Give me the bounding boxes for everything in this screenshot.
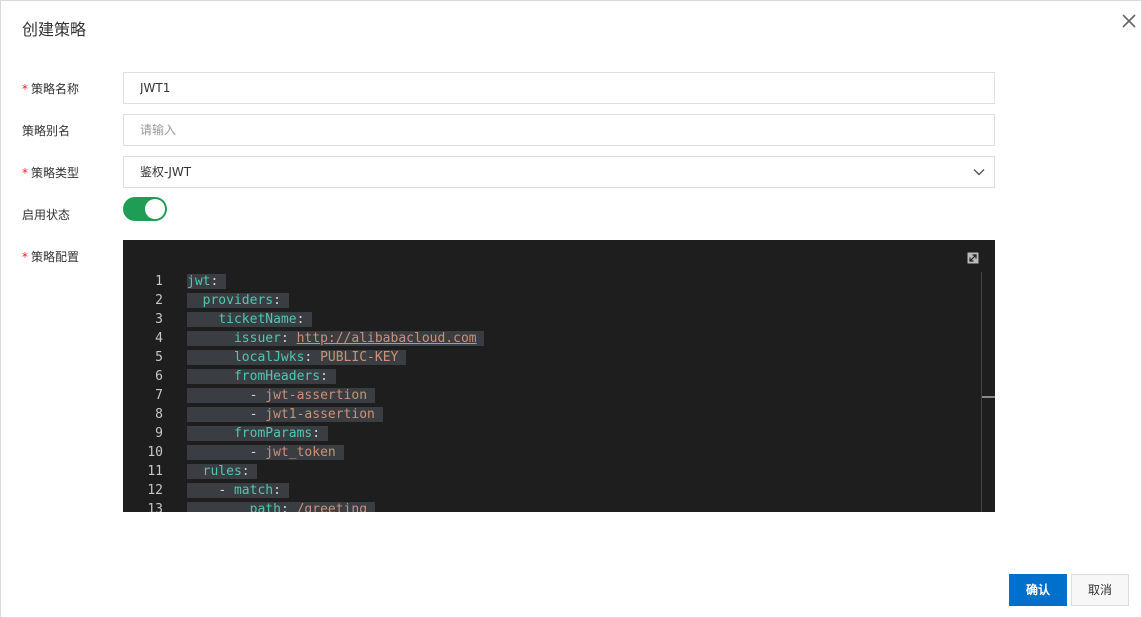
- enabled-status-label: 启用状态: [22, 208, 71, 222]
- required-mark: *: [22, 166, 28, 180]
- code-line: - jwt1-assertion: [187, 405, 383, 424]
- policy-config-label: * 策略配置: [22, 250, 80, 264]
- cancel-button[interactable]: 取消: [1071, 574, 1129, 606]
- yaml-value: jwt1-assertion: [265, 407, 375, 422]
- line-number: 1: [155, 274, 163, 289]
- scrollbar-thumb[interactable]: [982, 396, 995, 398]
- line-number: 9: [155, 426, 163, 441]
- line-number: 4: [155, 331, 163, 346]
- code-line: - match:: [187, 481, 289, 500]
- dialog-title: 创建策略: [22, 20, 87, 39]
- yaml-key: issuer: [233, 331, 281, 346]
- line-number: 10: [147, 445, 163, 460]
- yaml-key: path: [249, 502, 281, 512]
- yaml-value: jwt_token: [265, 445, 336, 460]
- code-line: localJwks: PUBLIC-KEY: [187, 348, 407, 367]
- confirm-button[interactable]: 确认: [1009, 574, 1067, 606]
- line-number: 6: [155, 369, 163, 384]
- yaml-value: http://alibabacloud.com: [296, 331, 477, 346]
- policy-alias-label: 策略别名: [22, 124, 71, 138]
- yaml-code-editor[interactable]: 1 jwt: 2 providers: 3 ticketName: 4 issue…: [123, 240, 995, 512]
- code-line: ticketName:: [187, 310, 313, 329]
- toggle-knob: [145, 199, 165, 219]
- line-number: 8: [155, 407, 163, 422]
- enabled-toggle[interactable]: [123, 197, 167, 221]
- line-number: 2: [155, 293, 163, 308]
- code-line: issuer: http://alibabacloud.com: [187, 329, 485, 348]
- line-number: 13: [147, 502, 163, 512]
- code-line: jwt:: [187, 272, 227, 291]
- yaml-value: PUBLIC-KEY: [320, 350, 399, 365]
- line-number: 5: [155, 350, 163, 365]
- yaml-key: jwt: [187, 274, 211, 289]
- code-line: - jwt_token: [187, 443, 344, 462]
- yaml-key: fromHeaders: [233, 369, 321, 384]
- line-number: 3: [155, 312, 163, 327]
- policy-type-select[interactable]: 鉴权-JWT: [123, 156, 995, 188]
- chevron-down-icon: [973, 169, 985, 176]
- code-line: fromHeaders:: [187, 367, 336, 386]
- policy-name-label: * 策略名称: [22, 82, 80, 96]
- policy-name-input[interactable]: [123, 72, 995, 104]
- yaml-key: rules: [202, 464, 242, 479]
- close-icon[interactable]: [1119, 11, 1139, 31]
- policy-type-value: 鉴权-JWT: [140, 165, 192, 179]
- yaml-value: /greeting: [296, 502, 368, 512]
- yaml-key: fromParams: [233, 426, 313, 441]
- required-mark: *: [22, 82, 28, 96]
- editor-scrollbar[interactable]: [981, 272, 995, 512]
- policy-alias-input[interactable]: [123, 114, 995, 146]
- required-mark: *: [22, 250, 28, 264]
- policy-type-label: * 策略类型: [22, 166, 80, 180]
- yaml-key: providers: [202, 293, 274, 308]
- yaml-key: match: [233, 483, 274, 498]
- create-policy-dialog: 创建策略 *策略名称 策略别名 *策略类型 鉴权-JWT 启用状态 *策略配置 …: [0, 0, 1142, 618]
- code-line: rules:: [187, 462, 258, 481]
- line-number: 7: [155, 388, 163, 403]
- code-line: fromParams:: [187, 424, 328, 443]
- code-line: - jwt-assertion: [187, 386, 375, 405]
- yaml-key: ticketName: [218, 312, 297, 327]
- line-number: 11: [147, 464, 163, 479]
- code-line: path: /greeting: [187, 500, 375, 512]
- expand-icon[interactable]: [967, 252, 979, 264]
- code-line: providers:: [187, 291, 289, 310]
- yaml-key: localJwks: [233, 350, 305, 365]
- yaml-value: jwt-assertion: [265, 388, 368, 403]
- line-number: 12: [147, 483, 163, 498]
